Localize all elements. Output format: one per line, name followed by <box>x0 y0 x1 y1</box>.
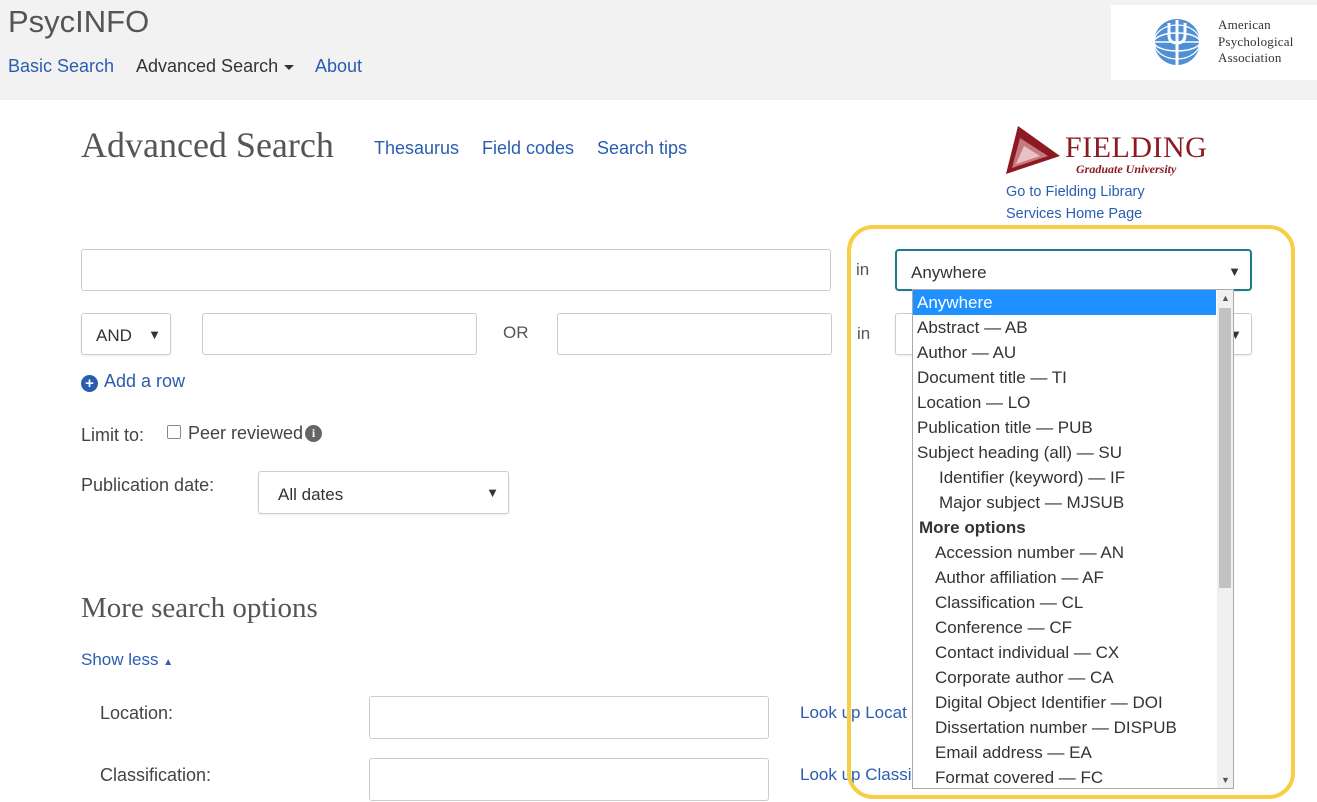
apa-logo[interactable]: American Psychological Association <box>1111 5 1317 80</box>
dropdown-option[interactable]: Major subject — MJSUB <box>913 490 1216 515</box>
dropdown-scrollbar[interactable]: ▲ ▼ <box>1217 290 1233 788</box>
dropdown-option-label: Digital Object Identifier — DOI <box>935 693 1163 712</box>
apa-emblem-icon <box>1153 19 1201 65</box>
dropdown-option[interactable]: Format covered — FC <box>913 765 1216 788</box>
scroll-down-icon[interactable]: ▼ <box>1221 775 1230 785</box>
or-label: OR <box>503 323 529 342</box>
dropdown-option-label: Corporate author — CA <box>935 668 1114 687</box>
dropdown-option[interactable]: Abstract — AB <box>913 315 1216 340</box>
operator-select[interactable]: AND ▼ <box>81 313 171 355</box>
dropdown-option-label: Classification — CL <box>935 593 1084 612</box>
dropdown-option-label: Subject heading (all) — SU <box>917 443 1123 462</box>
fielding-logo-icon[interactable] <box>1004 124 1062 178</box>
search-tips-link[interactable]: Search tips <box>597 138 687 159</box>
thesaurus-link[interactable]: Thesaurus <box>374 138 459 159</box>
nav-advanced-search[interactable]: Advanced Search <box>136 56 295 77</box>
lookup-location-link[interactable]: Look up Locat <box>800 703 907 723</box>
operator-value: AND <box>96 326 132 345</box>
dropdown-option[interactable]: Classification — CL <box>913 590 1216 615</box>
dropdown-option[interactable]: Location — LO <box>913 390 1216 415</box>
field-select-1-value: Anywhere <box>911 263 987 282</box>
dropdown-option[interactable]: Conference — CF <box>913 615 1216 640</box>
field-dropdown-list[interactable]: Anywhere Abstract — AB Author — AU Document… <box>912 289 1234 789</box>
field-codes-link[interactable]: Field codes <box>482 138 574 159</box>
dropdown-option[interactable]: Subject heading (all) — SU <box>913 440 1216 465</box>
dropdown-option-label: Identifier (keyword) — IF <box>939 468 1126 487</box>
dropdown-option[interactable]: Author affiliation — AF <box>913 565 1216 590</box>
field-select-1[interactable]: Anywhere ▼ <box>895 249 1252 291</box>
fielding-subtitle: Graduate University <box>1076 162 1177 176</box>
nav-advanced-search-label: Advanced Search <box>136 56 279 76</box>
dropdown-option-label: Contact individual — CX <box>935 643 1120 662</box>
scrollbar-thumb[interactable] <box>1219 308 1231 588</box>
search-input-2b[interactable] <box>557 313 832 355</box>
dropdown-option[interactable]: Corporate author — CA <box>913 665 1216 690</box>
dropdown-option-label: Document title — TI <box>917 368 1067 387</box>
dropdown-option-label: Author — AU <box>917 343 1017 362</box>
classification-input[interactable] <box>369 758 769 801</box>
more-options-title: More search options <box>81 592 318 624</box>
dropdown-option-label: Publication title — PUB <box>917 418 1093 437</box>
add-row-label: Add a row <box>104 371 186 391</box>
plus-circle-icon: + <box>81 375 98 392</box>
in-label-1: in <box>856 260 870 279</box>
dropdown-option[interactable]: Contact individual — CX <box>913 640 1216 665</box>
publication-date-value: All dates <box>278 485 344 504</box>
chevron-down-icon: ▼ <box>148 327 161 342</box>
dropdown-option-label: Accession number — AN <box>935 543 1124 562</box>
dropdown-option-label: Major subject — MJSUB <box>939 493 1125 512</box>
in-label-2: in <box>857 324 871 343</box>
library-home-link[interactable]: Go to Fielding Library Services Home Pag… <box>1006 181 1166 225</box>
fielding-name: FIELDING <box>1065 131 1208 164</box>
dropdown-option-label: Anywhere <box>917 293 993 312</box>
chevron-down-icon: ▼ <box>1228 264 1241 279</box>
caret-down-icon <box>284 64 295 70</box>
chevron-down-icon: ▼ <box>486 485 499 500</box>
dropdown-option[interactable]: Digital Object Identifier — DOI <box>913 690 1216 715</box>
dropdown-option-label: Dissertation number — DISPUB <box>935 718 1177 737</box>
publication-date-select[interactable]: All dates ▼ <box>258 471 509 514</box>
dropdown-option-label: Abstract — AB <box>917 318 1028 337</box>
nav-basic-search[interactable]: Basic Search <box>8 56 114 77</box>
search-input-2a[interactable] <box>202 313 477 355</box>
scroll-up-icon[interactable]: ▲ <box>1221 293 1230 303</box>
dropdown-option-label: Location — LO <box>917 393 1031 412</box>
dropdown-option[interactable]: Accession number — AN <box>913 540 1216 565</box>
lookup-classification-link[interactable]: Look up Classi <box>800 765 912 785</box>
nav-about[interactable]: About <box>315 56 362 77</box>
search-input-1[interactable] <box>81 249 831 291</box>
limit-to-label: Limit to: <box>81 425 145 445</box>
peer-reviewed-checkbox[interactable] <box>167 425 181 439</box>
dropdown-option[interactable]: Anywhere <box>913 290 1216 315</box>
dropdown-option[interactable]: Publication title — PUB <box>913 415 1216 440</box>
dropdown-option-label: More options <box>919 518 1026 537</box>
apa-logo-text: American Psychological Association <box>1218 17 1294 65</box>
dropdown-option[interactable]: Author — AU <box>913 340 1216 365</box>
dropdown-option[interactable]: Document title — TI <box>913 365 1216 390</box>
show-less-link[interactable]: Show less ▲ <box>81 650 173 670</box>
dropdown-option-label: Conference — CF <box>935 618 1072 637</box>
page-title: Advanced Search <box>81 125 334 165</box>
info-icon[interactable]: i <box>305 425 322 442</box>
dropdown-option-label: Email address — EA <box>935 743 1092 762</box>
triangle-up-icon: ▲ <box>163 657 174 668</box>
peer-reviewed-label[interactable]: Peer reviewed <box>188 423 303 444</box>
publication-date-label: Publication date: <box>81 475 215 495</box>
app-title: PsycINFO <box>8 4 150 39</box>
location-input[interactable] <box>369 696 769 739</box>
dropdown-option[interactable]: Dissertation number — DISPUB <box>913 715 1216 740</box>
dropdown-option-label: Format covered — FC <box>935 768 1104 787</box>
dropdown-option[interactable]: Email address — EA <box>913 740 1216 765</box>
dropdown-option[interactable]: Identifier (keyword) — IF <box>913 465 1216 490</box>
location-label: Location: <box>100 703 174 723</box>
classification-label: Classification: <box>100 765 212 785</box>
add-row-button[interactable]: + Add a row <box>81 371 185 392</box>
dropdown-option-label: Author affiliation — AF <box>935 568 1104 587</box>
dropdown-group-label: More options <box>913 515 1216 540</box>
